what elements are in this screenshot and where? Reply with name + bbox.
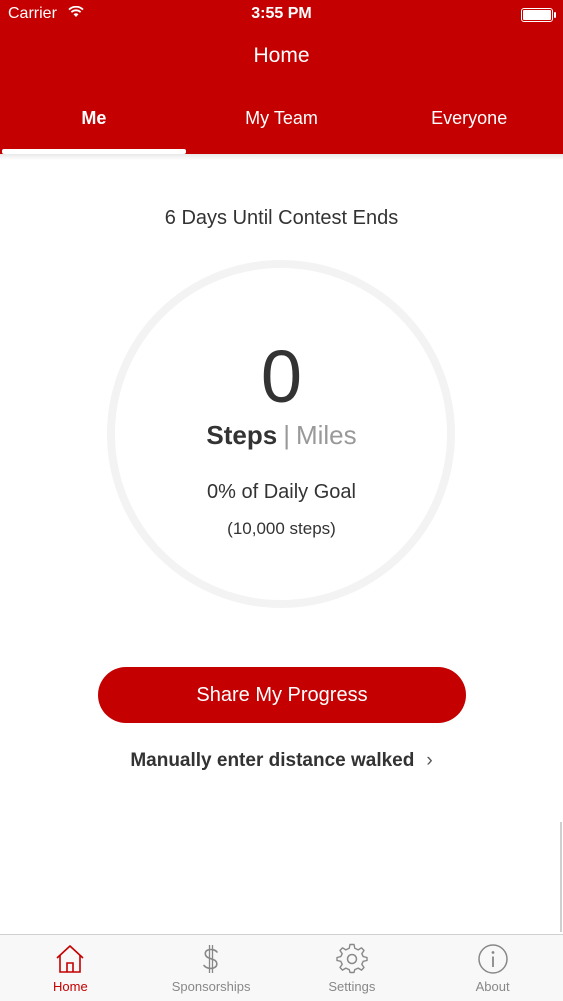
tab-me[interactable]: Me bbox=[0, 104, 188, 154]
tabbar-home-label: Home bbox=[53, 979, 88, 994]
tabbar-settings-label: Settings bbox=[328, 979, 376, 994]
chevron-right-icon: › bbox=[426, 750, 433, 771]
info-icon bbox=[477, 944, 508, 974]
share-progress-button[interactable]: Share My Progress bbox=[98, 667, 466, 723]
scroll-indicator bbox=[560, 822, 562, 932]
status-bar: Carrier 3:55 PM bbox=[0, 0, 563, 30]
manual-entry-link[interactable]: Manually enter distance walked › bbox=[0, 750, 563, 772]
tabbar-home[interactable]: Home bbox=[0, 935, 141, 1001]
tab-bar: Home Sponsorships Settings About bbox=[0, 934, 563, 1001]
unit-steps[interactable]: Steps bbox=[206, 420, 277, 450]
daily-goal-steps: (10,000 steps) bbox=[227, 519, 336, 538]
dollar-icon bbox=[203, 945, 218, 973]
home-icon bbox=[56, 945, 84, 973]
battery-icon bbox=[521, 8, 556, 22]
daily-goal-percent: 0% of Daily Goal bbox=[207, 481, 356, 503]
manual-entry-label: Manually enter distance walked bbox=[130, 750, 415, 771]
tab-everyone[interactable]: Everyone bbox=[375, 104, 563, 154]
contest-countdown: 6 Days Until Contest Ends bbox=[164, 207, 399, 229]
unit-toggle: Steps | Miles bbox=[0, 420, 563, 451]
tabbar-about[interactable]: About bbox=[422, 935, 563, 1001]
tabbar-sponsorships-label: Sponsorships bbox=[171, 979, 251, 994]
step-count: 0 bbox=[260, 335, 303, 418]
header: Carrier 3:55 PM Home Me My Team Everyone bbox=[0, 0, 563, 154]
tabbar-sponsorships[interactable]: Sponsorships bbox=[141, 935, 282, 1001]
tabbar-about-label: About bbox=[475, 979, 510, 994]
gear-icon bbox=[336, 943, 368, 974]
tab-my-team[interactable]: My Team bbox=[188, 104, 376, 154]
page-title: Home bbox=[253, 44, 310, 67]
header-shadow bbox=[0, 154, 563, 160]
unit-separator: | bbox=[283, 420, 290, 450]
unit-miles[interactable]: Miles bbox=[296, 420, 357, 450]
segment-tabs: Me My Team Everyone bbox=[0, 104, 563, 154]
tabbar-settings[interactable]: Settings bbox=[282, 935, 423, 1001]
status-time: 3:55 PM bbox=[251, 5, 312, 22]
